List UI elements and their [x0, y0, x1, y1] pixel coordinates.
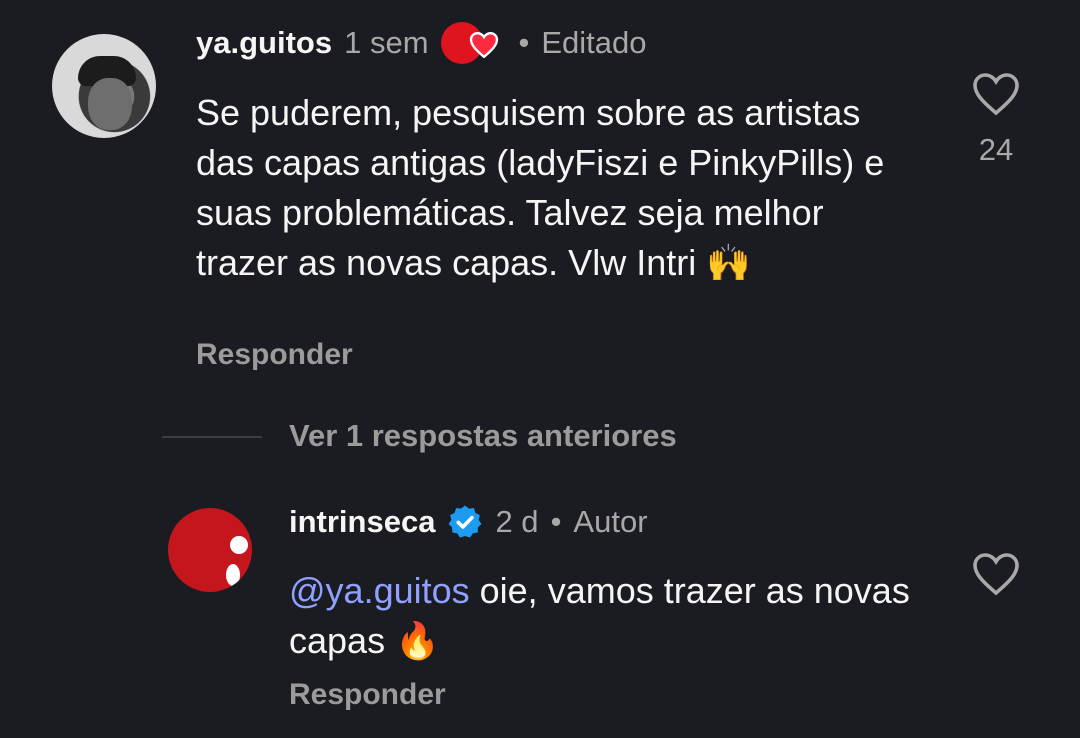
- reply-button[interactable]: Responder: [196, 338, 353, 372]
- reply-button[interactable]: Responder: [289, 678, 446, 712]
- reply-time: 2 d: [495, 504, 539, 539]
- threads-mention-icon: @: [289, 570, 326, 611]
- edited-label: Editado: [541, 25, 647, 60]
- divider-line: [162, 436, 262, 438]
- avatar[interactable]: [52, 34, 156, 138]
- comment-username[interactable]: ya.guitos: [196, 25, 332, 61]
- like-badge-icon: [440, 22, 507, 64]
- heart-icon: [973, 553, 1019, 596]
- like-button[interactable]: [971, 552, 1021, 601]
- avatar[interactable]: [168, 508, 252, 592]
- heart-icon: [973, 73, 1019, 116]
- author-label: Autor: [573, 504, 648, 539]
- reply-header: intrinseca 2 d • Autor: [289, 504, 648, 540]
- comment-header: ya.guitos 1 sem • Editado: [196, 22, 647, 64]
- meta-separator: •: [550, 504, 562, 539]
- like-count: 24: [978, 132, 1014, 167]
- mention-link[interactable]: @ya.guitos: [289, 570, 470, 611]
- meta-separator: •: [518, 25, 530, 60]
- comment-time: 1 sem: [344, 25, 429, 60]
- verified-icon: [448, 505, 482, 538]
- reply-username[interactable]: intrinseca: [289, 504, 435, 540]
- view-previous-replies[interactable]: Ver 1 respostas anteriores: [289, 418, 677, 454]
- like-button[interactable]: [971, 72, 1021, 121]
- comment-text: Se puderem, pesquisem sobre as artistas …: [196, 92, 885, 283]
- reply-text: @ya.guitos oie, vamos trazer as novas ca…: [289, 570, 910, 661]
